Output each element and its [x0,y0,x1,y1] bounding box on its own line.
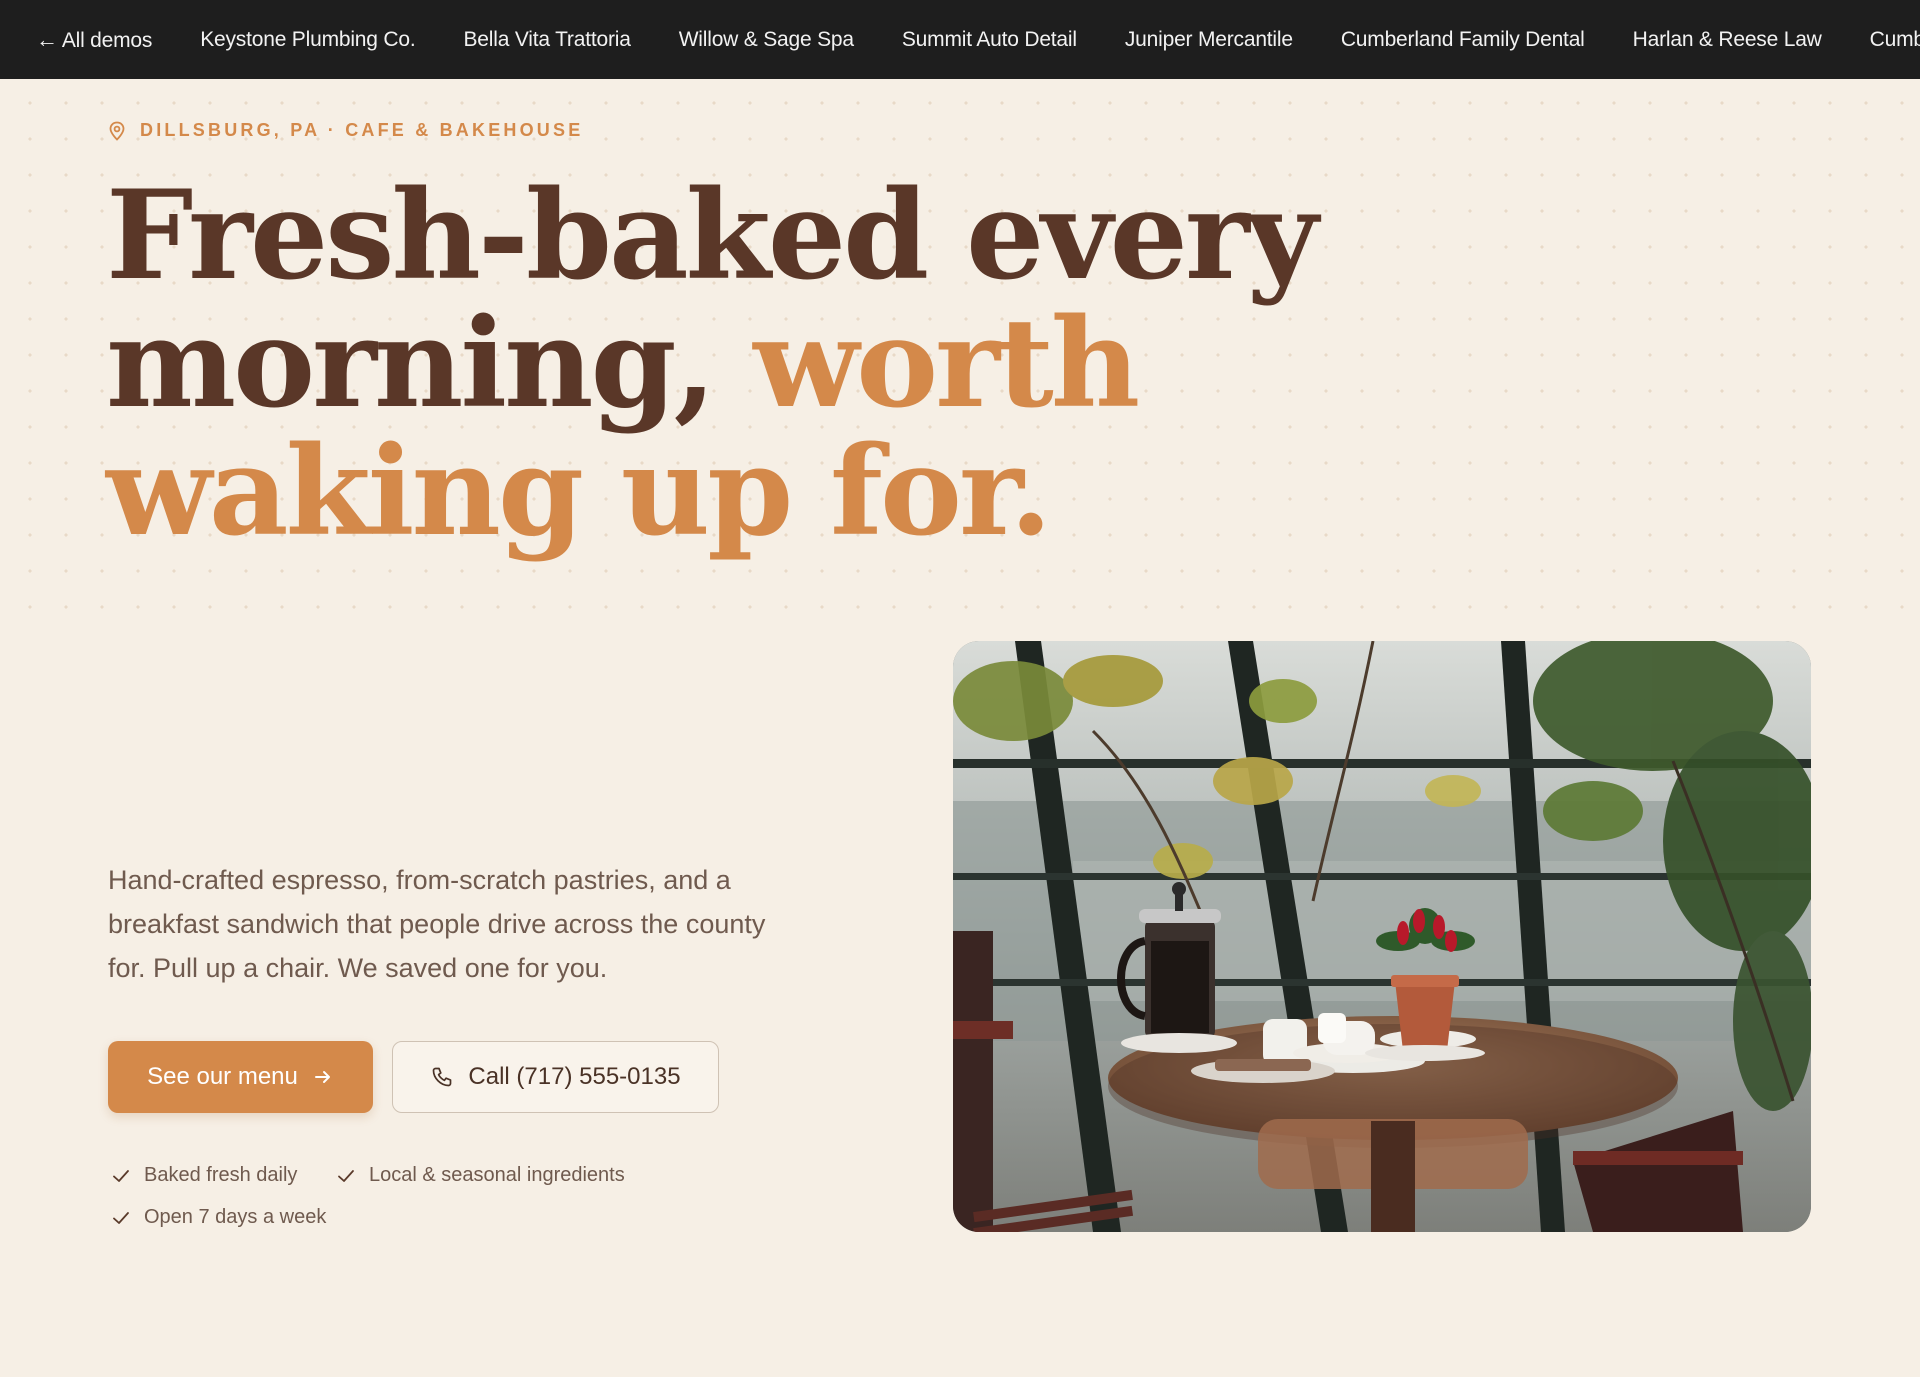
hero-headline: Fresh-baked every morning, worth waking … [106,172,1406,556]
check-icon [113,1211,129,1224]
demo-nav-bar: ← All demos Keystone Plumbing Co. Bella V… [0,0,1920,79]
feature-label: Local & seasonal ingredients [369,1164,625,1186]
cafe-table-photo [953,641,1811,1232]
arrow-left-icon: ← [36,26,58,52]
feature-label: Baked fresh daily [144,1164,298,1186]
feature-label: Open 7 days a week [144,1206,327,1228]
arrow-right-icon [314,1071,330,1083]
location-eyebrow: DILLSBURG, PA · CAFE & BAKEHOUSE [108,120,583,141]
demo-link-cumb-truncated[interactable]: Cumb [1870,28,1920,52]
map-pin-icon [109,121,125,141]
call-button[interactable]: Call (717) 555-0135 [392,1041,719,1113]
feature-baked-fresh: Baked fresh daily [110,1164,297,1187]
feature-open-daily: Open 7 days a week [110,1206,326,1229]
call-label: Call (717) 555-0135 [468,1063,681,1090]
all-demos-label: All demos [61,28,153,52]
demo-link-cumberland-dental[interactable]: Cumberland Family Dental [1341,28,1585,52]
see-menu-label: See our menu [147,1063,298,1090]
demo-nav-items: ← All demos Keystone Plumbing Co. Bella V… [0,27,1920,53]
cafe-photo-illustration [953,641,1811,1232]
demo-link-harlan-reese[interactable]: Harlan & Reese Law [1633,28,1822,52]
demo-link-willow-sage[interactable]: Willow & Sage Spa [679,28,854,52]
hero-lede: Hand-crafted espresso, from-scratch past… [108,865,766,983]
demo-link-bella-vita[interactable]: Bella Vita Trattoria [463,28,630,52]
phone-icon [433,1067,452,1087]
eyebrow-text: DILLSBURG, PA · CAFE & BAKEHOUSE [140,120,584,140]
all-demos-link[interactable]: ← All demos [36,27,152,53]
see-menu-button[interactable]: See our menu [108,1041,373,1113]
demo-link-keystone-plumbing[interactable]: Keystone Plumbing Co. [200,28,415,52]
check-icon [338,1169,354,1182]
demo-link-summit-auto[interactable]: Summit Auto Detail [902,28,1077,52]
check-icon [113,1169,129,1182]
demo-link-juniper-mercantile[interactable]: Juniper Mercantile [1125,28,1293,52]
feature-local-ingredients: Local & seasonal ingredients [335,1164,625,1187]
